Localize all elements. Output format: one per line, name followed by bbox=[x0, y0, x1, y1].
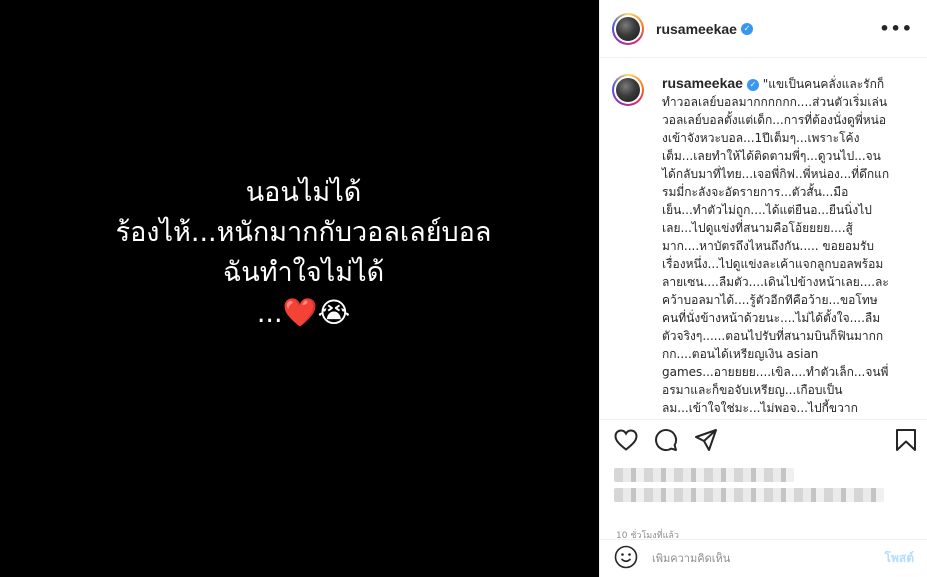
more-options-icon[interactable]: ••• bbox=[879, 19, 913, 38]
caption-body: rusameekae ✓ "แขเป็นคนคลั่งและรักก็ทำวอลเ… bbox=[662, 74, 890, 419]
caption-username[interactable]: rusameekae bbox=[662, 75, 743, 91]
likes-blurred bbox=[600, 460, 927, 516]
avatar[interactable] bbox=[612, 12, 644, 45]
emoji-picker-button[interactable] bbox=[614, 545, 638, 573]
save-button[interactable] bbox=[895, 428, 917, 452]
post-side-panel: rusameekae ✓ ••• rusameekae ✓ "แขเป็นคนคล… bbox=[599, 0, 927, 577]
caption-avatar-ring bbox=[614, 76, 642, 104]
comment-icon bbox=[655, 429, 678, 452]
ellipsis-text: ... bbox=[256, 298, 283, 329]
heart-icon bbox=[614, 429, 638, 451]
share-button[interactable] bbox=[694, 428, 718, 452]
blurred-row bbox=[614, 488, 884, 502]
caption-area[interactable]: rusameekae ✓ "แขเป็นคนคลั่งและรักก็ทำวอลเ… bbox=[600, 58, 927, 420]
caption-avatar[interactable] bbox=[612, 74, 644, 106]
bookmark-icon bbox=[896, 429, 916, 451]
smile-icon bbox=[614, 545, 638, 568]
header-username[interactable]: rusameekae bbox=[656, 21, 737, 37]
heart-emoji: ❤️ bbox=[282, 296, 318, 329]
post-comment-button[interactable]: โพสต์ bbox=[885, 549, 914, 568]
caption-text: "แขเป็นคนคลั่งและรักก็ทำวอลเลย์บอลมากกกก… bbox=[662, 77, 890, 415]
image-text-line-2: ร้องไห้...หนักมากกับวอลเลย์บอล bbox=[115, 217, 492, 248]
avatar-photo bbox=[616, 16, 640, 41]
post-header: rusameekae ✓ ••• bbox=[600, 0, 927, 58]
comment-button[interactable] bbox=[654, 428, 678, 452]
image-text-line-4: ...❤️😭 bbox=[116, 293, 492, 334]
avatar-ring bbox=[614, 14, 642, 43]
crying-emoji: 😭 bbox=[317, 296, 351, 329]
caption-verified-badge-icon: ✓ bbox=[746, 79, 759, 91]
share-icon bbox=[695, 429, 717, 451]
blurred-row bbox=[614, 468, 794, 482]
image-text-line-3: ฉันทำใจไม่ได้ bbox=[222, 257, 385, 288]
comment-bar: โพสต์ bbox=[600, 539, 927, 577]
like-button[interactable] bbox=[614, 429, 638, 451]
caption-avatar-photo bbox=[616, 78, 640, 102]
image-text: นอนไม่ได้ ร้องไห้...หนักมากกับวอลเลย์บอล… bbox=[116, 173, 492, 334]
action-bar bbox=[600, 420, 927, 460]
image-text-line-1: นอนไม่ได้ bbox=[245, 177, 362, 208]
post-image[interactable]: นอนไม่ได้ ร้องไห้...หนักมากกับวอลเลย์บอล… bbox=[0, 0, 599, 577]
verified-badge-icon: ✓ bbox=[740, 22, 753, 35]
comment-input[interactable] bbox=[652, 552, 885, 565]
